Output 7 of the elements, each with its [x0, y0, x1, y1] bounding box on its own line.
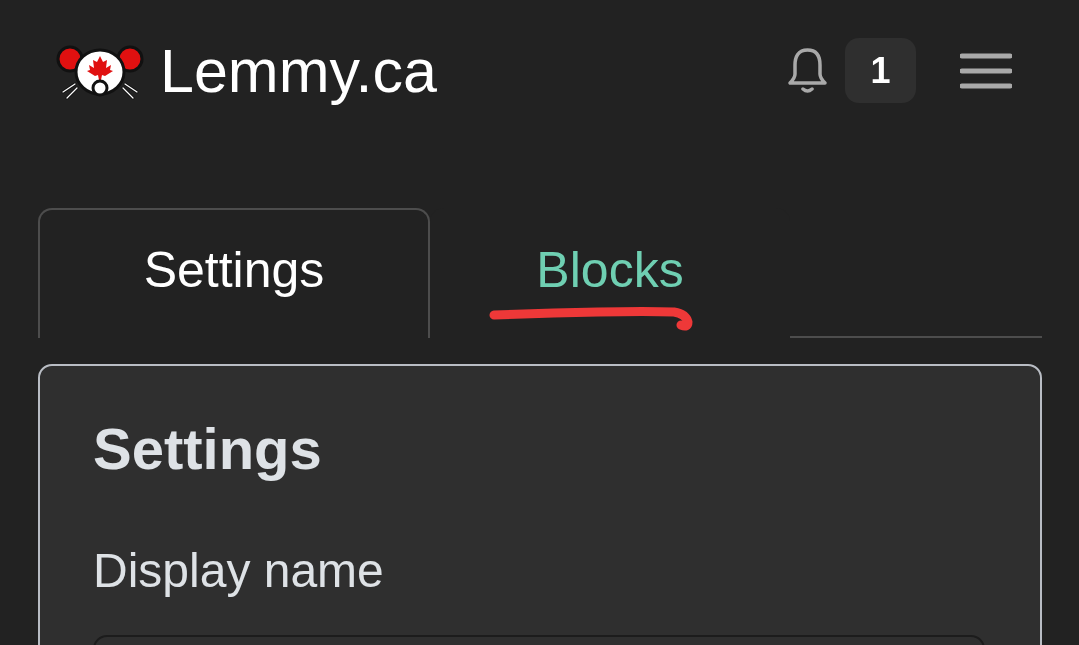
menu-icon[interactable]	[960, 52, 1012, 89]
site-title[interactable]: Lemmy.ca	[160, 35, 437, 106]
tab[interactable]: Settings	[38, 208, 430, 338]
field-label: Display name	[93, 543, 385, 599]
card-heading: Settings	[93, 415, 323, 483]
bell-icon[interactable]	[787, 47, 828, 94]
notification-count[interactable]: 1	[845, 38, 916, 103]
